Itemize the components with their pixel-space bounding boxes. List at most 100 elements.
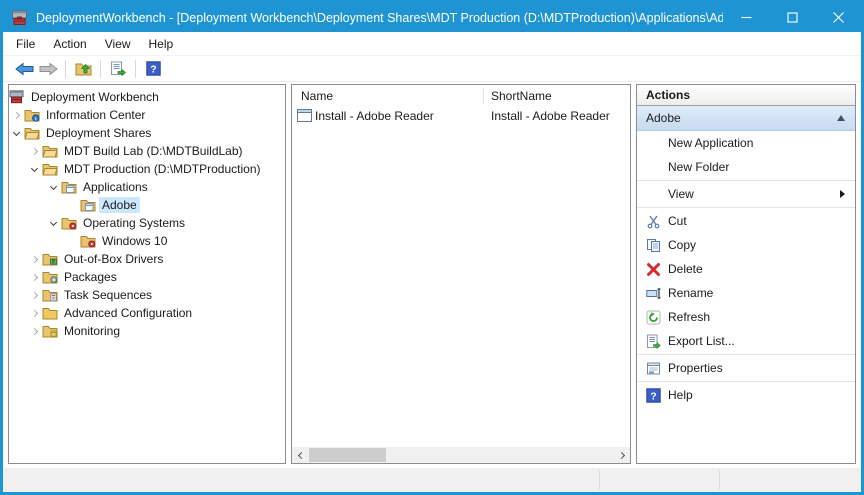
toolbar: ? — [3, 55, 861, 82]
folder-os-icon — [61, 216, 80, 230]
deployment-workbench-window: DeploymentWorkbench - [Deployment Workbe… — [0, 0, 864, 495]
action-rename[interactable]: Rename — [637, 281, 855, 305]
action-refresh[interactable]: Refresh — [637, 305, 855, 329]
export-list-icon[interactable] — [106, 58, 130, 80]
forward-icon[interactable] — [36, 58, 60, 80]
menu-help[interactable]: Help — [140, 33, 183, 55]
menu-file[interactable]: File — [7, 33, 44, 55]
svg-text:?: ? — [650, 390, 656, 402]
title-bar: DeploymentWorkbench - [Deployment Workbe… — [3, 3, 861, 32]
folder-info-icon: i — [24, 108, 43, 122]
tree-item-windows-10[interactable]: Windows 10 — [9, 232, 285, 250]
maximize-icon[interactable] — [769, 3, 815, 32]
collapse-up-icon[interactable] — [837, 115, 845, 121]
chevron-down-icon[interactable] — [27, 168, 42, 171]
chevron-down-icon[interactable] — [46, 186, 61, 189]
svg-text:?: ? — [150, 63, 156, 75]
menu-action[interactable]: Action — [44, 33, 95, 55]
action-label: Export List... — [668, 334, 735, 348]
actions-group-header-adobe[interactable]: Adobe — [637, 106, 855, 131]
action-label: New Folder — [668, 160, 729, 174]
tree-item-operating-systems[interactable]: Operating Systems — [9, 214, 285, 232]
menu-view[interactable]: View — [96, 33, 140, 55]
scroll-left-icon[interactable] — [292, 447, 308, 463]
tree-pane: Deployment Workbench i Information Cente… — [8, 84, 286, 464]
tree-item-information-center[interactable]: i Information Center — [9, 106, 285, 124]
action-new-application[interactable]: New Application — [637, 131, 855, 155]
action-view[interactable]: View — [637, 182, 855, 206]
tree-item-mdt-build-lab[interactable]: MDT Build Lab (D:\MDTBuildLab) — [9, 142, 285, 160]
tree-item-out-of-box-drivers[interactable]: Out-of-Box Drivers — [9, 250, 285, 268]
column-header-shortname[interactable]: ShortName — [491, 89, 552, 103]
action-delete[interactable]: Delete — [637, 257, 855, 281]
action-properties[interactable]: Properties — [637, 356, 855, 380]
refresh-icon — [646, 310, 668, 325]
action-new-folder[interactable]: New Folder — [637, 155, 855, 179]
chevron-right-icon[interactable] — [27, 311, 42, 316]
chevron-right-icon[interactable] — [27, 329, 42, 334]
list-row-install-adobe-reader[interactable]: Install - Adobe Reader Install - Adobe R… — [292, 107, 630, 126]
tree-item-deployment-workbench[interactable]: Deployment Workbench — [9, 88, 285, 106]
toolbar-separator — [65, 60, 66, 78]
action-copy[interactable]: Copy — [637, 233, 855, 257]
action-help[interactable]: ? Help — [637, 383, 855, 407]
action-label: Cut — [668, 214, 687, 228]
up-one-level-icon[interactable] — [71, 58, 95, 80]
action-label: New Application — [668, 136, 753, 150]
console-content: Deployment Workbench i Information Cente… — [3, 82, 861, 468]
chevron-right-icon[interactable] — [27, 149, 42, 154]
tree-item-label: Task Sequences — [61, 287, 155, 303]
delete-icon — [646, 262, 668, 277]
chevron-right-icon[interactable] — [27, 293, 42, 298]
tree-item-label: MDT Build Lab (D:\MDTBuildLab) — [61, 143, 246, 159]
actions-group-label: Adobe — [646, 111, 681, 125]
tree-item-advanced-configuration[interactable]: Advanced Configuration — [9, 304, 285, 322]
back-icon[interactable] — [12, 58, 36, 80]
properties-icon — [646, 361, 668, 376]
tree-item-packages[interactable]: Packages — [9, 268, 285, 286]
minimize-icon[interactable] — [723, 3, 769, 32]
chevron-right-icon[interactable] — [27, 257, 42, 262]
scrollbar-thumb[interactable] — [309, 448, 386, 462]
tree-item-monitoring[interactable]: Monitoring — [9, 322, 285, 340]
submenu-arrow-icon — [840, 190, 845, 198]
workbench-icon — [9, 90, 28, 104]
action-export-list[interactable]: Export List... — [637, 329, 855, 353]
folder-icon — [42, 306, 61, 320]
chevron-down-icon[interactable] — [9, 132, 24, 135]
chevron-right-icon[interactable] — [9, 113, 24, 118]
tree-item-adobe[interactable]: Adobe — [9, 196, 285, 214]
cut-icon — [646, 214, 668, 229]
window-title: DeploymentWorkbench - [Deployment Workbe… — [36, 11, 723, 25]
toolbar-separator — [100, 60, 101, 78]
list-cell-name: Install - Adobe Reader — [315, 109, 434, 123]
folder-application-icon — [61, 180, 80, 194]
chevron-down-icon[interactable] — [46, 222, 61, 225]
folder-icon — [24, 126, 43, 140]
tree-item-label: Windows 10 — [99, 233, 170, 249]
scroll-right-icon[interactable] — [614, 447, 630, 463]
action-cut[interactable]: Cut — [637, 209, 855, 233]
column-header-name[interactable]: Name — [301, 89, 333, 103]
tree-item-deployment-shares[interactable]: Deployment Shares — [9, 124, 285, 142]
tree-item-mdt-production[interactable]: MDT Production (D:\MDTProduction) — [9, 160, 285, 178]
tree-item-task-sequences[interactable]: Task Sequences — [9, 286, 285, 304]
column-divider[interactable] — [483, 88, 484, 104]
close-icon[interactable] — [815, 3, 861, 32]
action-label: View — [668, 187, 694, 201]
copy-icon — [646, 238, 668, 253]
actions-separator — [637, 381, 855, 382]
chevron-right-icon[interactable] — [27, 275, 42, 280]
folder-os-icon — [80, 234, 99, 248]
window-controls — [723, 3, 861, 32]
tree-item-applications[interactable]: Applications — [9, 178, 285, 196]
help-icon[interactable]: ? — [141, 58, 165, 80]
tree-item-label: Information Center — [43, 107, 148, 123]
folder-packages-icon — [42, 270, 61, 284]
list-header: Name ShortName — [292, 85, 630, 107]
horizontal-scrollbar[interactable] — [292, 447, 630, 463]
action-label: Properties — [668, 361, 723, 375]
status-bar-divider — [719, 471, 720, 489]
action-label: Rename — [668, 286, 713, 300]
tree-item-label: Deployment Workbench — [28, 89, 162, 105]
